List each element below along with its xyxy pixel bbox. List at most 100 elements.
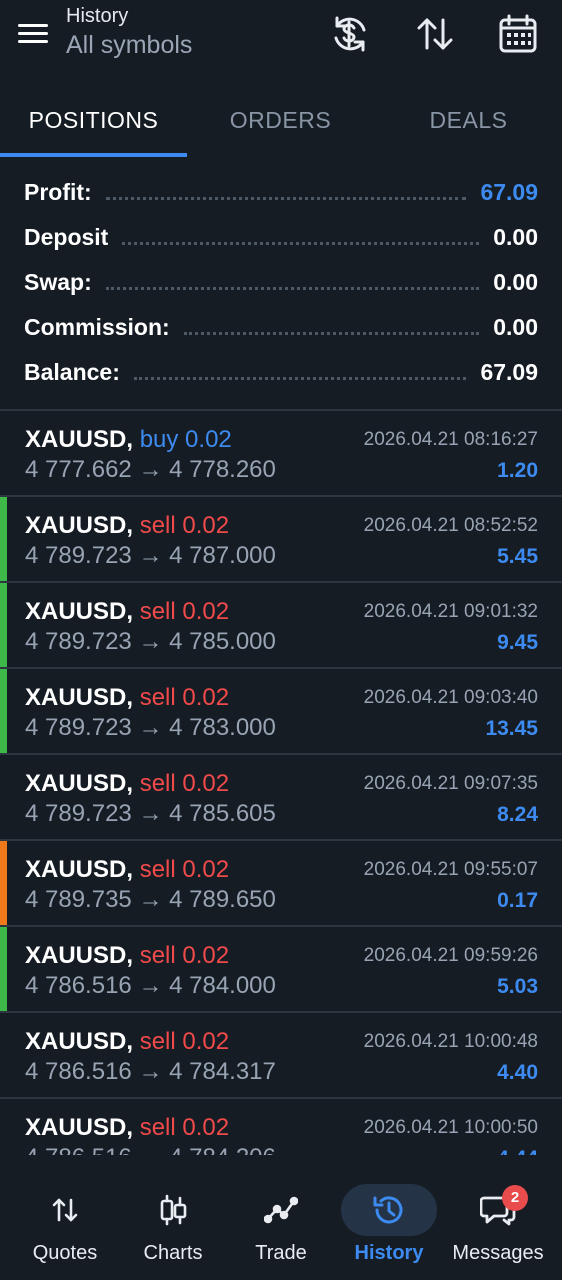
summary-value: 0.00 [493, 314, 538, 340]
title-block: History All symbols [66, 4, 192, 62]
nav-label: Messages [452, 1242, 544, 1264]
tab-bar: POSITIONS ORDERS DEALS [0, 92, 562, 158]
profit-marker [0, 927, 7, 1011]
profit-marker [0, 583, 7, 667]
summary-label: Profit: [24, 179, 92, 205]
price-range: 4 789.735 → 4 789.650 [25, 886, 276, 913]
quotes-arrows-icon [17, 1184, 113, 1236]
symbol: XAUUSD, [25, 1114, 134, 1141]
profit-value: 5.45 [497, 545, 538, 568]
history-clock-icon [341, 1184, 437, 1236]
timestamp: 2026.04.21 08:16:27 [363, 429, 538, 450]
list-item[interactable]: XAUUSD, sell 0.02 4 789.723 → 4 785.605 … [0, 755, 562, 841]
nav-trade[interactable]: Trade [226, 1170, 336, 1280]
trade-side: sell 0.02 [139, 1028, 230, 1055]
timestamp: 2026.04.21 09:59:26 [363, 945, 538, 966]
list-item[interactable]: XAUUSD, sell 0.02 4 786.516 → 4 784.317 … [0, 1013, 562, 1099]
profit-marker [0, 1099, 7, 1155]
nav-history[interactable]: History [334, 1170, 444, 1280]
trend-line-icon [233, 1184, 329, 1236]
summary-value: 67.09 [480, 359, 538, 385]
dotted-leader [105, 197, 467, 200]
tab-orders[interactable]: ORDERS [187, 92, 374, 158]
list-item[interactable]: XAUUSD, sell 0.02 4 789.723 → 4 783.000 … [0, 669, 562, 755]
summary-label: Commission: [24, 314, 170, 340]
profit-value: 4.44 [497, 1145, 538, 1155]
price-range: 4 786.516 → 4 784.000 [25, 972, 276, 999]
nav-quotes[interactable]: Quotes [10, 1170, 120, 1280]
list-item[interactable]: XAUUSD, sell 0.02 4 786.516 → 4 784.000 … [0, 927, 562, 1013]
menu-icon[interactable] [16, 20, 50, 48]
price-range: 4 789.723 → 4 785.605 [25, 800, 276, 827]
positions-list[interactable]: XAUUSD, buy 0.02 4 777.662 → 4 778.260 2… [0, 411, 562, 1155]
list-item[interactable]: XAUUSD, sell 0.02 4 786.516 → 4 784.206 … [0, 1099, 562, 1155]
trade-side: buy 0.02 [139, 426, 232, 453]
list-item[interactable]: XAUUSD, buy 0.02 4 777.662 → 4 778.260 2… [0, 411, 562, 497]
trade-side: sell 0.02 [139, 856, 230, 883]
profit-marker [0, 669, 7, 753]
symbol: XAUUSD, [25, 942, 134, 969]
price-range: 4 789.723 → 4 787.000 [25, 542, 276, 569]
app-header: History All symbols [0, 0, 562, 90]
summary-label: Deposit [24, 224, 109, 250]
summary-row-balance: Balance: 67.09 [0, 350, 562, 395]
summary-panel: Profit: 67.09 Deposit 0.00 Swap: 0.00 Co… [0, 170, 562, 395]
tab-deals[interactable]: DEALS [375, 92, 562, 158]
nav-label: Charts [143, 1242, 203, 1264]
timestamp: 2026.04.21 10:00:48 [363, 1031, 538, 1052]
price-range: 4 777.662 → 4 778.260 [25, 456, 276, 483]
symbol: XAUUSD, [25, 598, 134, 625]
symbol: XAUUSD, [25, 856, 134, 883]
symbol: XAUUSD, [25, 512, 134, 539]
list-item[interactable]: XAUUSD, sell 0.02 4 789.735 → 4 789.650 … [0, 841, 562, 927]
trade-side: sell 0.02 [139, 684, 230, 711]
profit-marker [0, 841, 7, 925]
trade-side: sell 0.02 [139, 598, 230, 625]
candlestick-icon [125, 1184, 221, 1236]
nav-label: History [354, 1242, 424, 1264]
profit-value: 1.20 [497, 459, 538, 482]
active-tab-indicator [0, 153, 187, 157]
nav-label: Trade [255, 1242, 307, 1264]
symbol-filter[interactable]: All symbols [66, 28, 192, 62]
nav-messages[interactable]: 2 Messages [443, 1170, 553, 1280]
summary-value: 0.00 [493, 224, 538, 250]
summary-label: Swap: [24, 269, 92, 295]
page-title: History [66, 5, 129, 27]
timestamp: 2026.04.21 09:55:07 [363, 859, 538, 880]
summary-value: 0.00 [493, 269, 538, 295]
nav-label: Quotes [32, 1242, 98, 1264]
timestamp: 2026.04.21 08:52:52 [363, 515, 538, 536]
profit-marker [0, 411, 7, 495]
timestamp: 2026.04.21 09:01:32 [363, 601, 538, 622]
chat-icon: 2 [450, 1184, 546, 1236]
symbol: XAUUSD, [25, 684, 134, 711]
summary-value: 67.09 [480, 179, 538, 205]
symbol: XAUUSD, [25, 1028, 134, 1055]
symbol: XAUUSD, [25, 770, 134, 797]
timestamp: 2026.04.21 09:07:35 [363, 773, 538, 794]
list-item[interactable]: XAUUSD, sell 0.02 4 789.723 → 4 787.000 … [0, 497, 562, 583]
profit-value: 8.24 [497, 803, 538, 826]
timestamp: 2026.04.21 09:03:40 [363, 687, 538, 708]
dotted-leader [105, 287, 480, 290]
profit-value: 13.45 [485, 717, 538, 740]
price-range: 4 789.723 → 4 785.000 [25, 628, 276, 655]
summary-row-profit: Profit: 67.09 [0, 170, 562, 215]
sort-arrows-icon[interactable] [413, 12, 457, 56]
calendar-icon[interactable] [496, 12, 540, 56]
profit-value: 4.40 [497, 1061, 538, 1084]
symbol: XAUUSD, [25, 426, 134, 453]
profit-value: 9.45 [497, 631, 538, 654]
trade-side: sell 0.02 [139, 1114, 230, 1141]
profit-marker [0, 1013, 7, 1097]
summary-label: Balance: [24, 359, 120, 385]
profit-value: 5.03 [497, 975, 538, 998]
summary-row-swap: Swap: 0.00 [0, 260, 562, 305]
nav-charts[interactable]: Charts [118, 1170, 228, 1280]
profit-marker [0, 497, 7, 581]
tab-positions[interactable]: POSITIONS [0, 92, 187, 158]
profit-value: 0.17 [497, 889, 538, 912]
list-item[interactable]: XAUUSD, sell 0.02 4 789.723 → 4 785.000 … [0, 583, 562, 669]
currency-exchange-icon[interactable] [328, 12, 372, 56]
